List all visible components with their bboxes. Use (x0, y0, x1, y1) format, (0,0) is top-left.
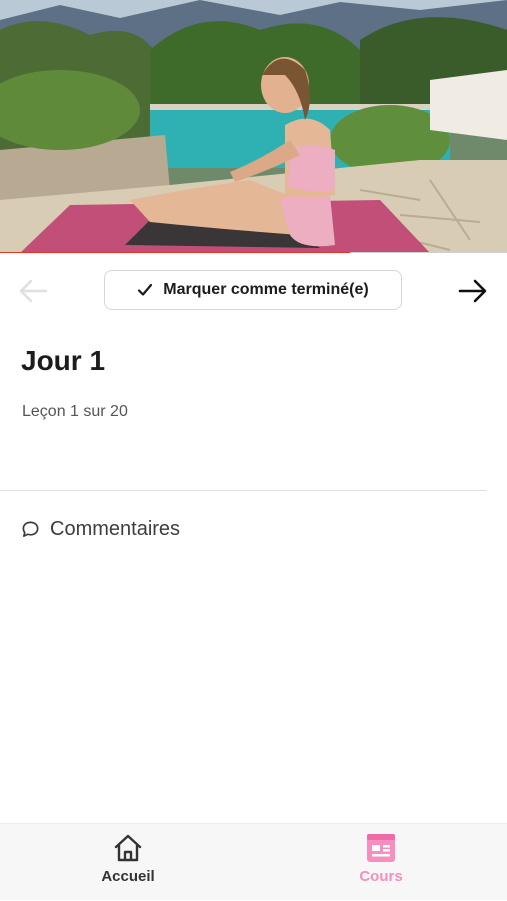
home-icon (114, 834, 142, 862)
mark-complete-button[interactable]: Marquer comme terminé(e) (104, 270, 402, 310)
tab-courses[interactable]: Cours (301, 824, 461, 901)
lesson-navigation: Marquer comme terminé(e) (0, 266, 507, 316)
chat-bubble-icon (22, 521, 39, 538)
lesson-video[interactable] (0, 0, 507, 253)
tab-home[interactable]: Accueil (48, 824, 208, 901)
video-frame-image (0, 0, 507, 253)
mark-complete-label: Marquer comme terminé(e) (163, 281, 369, 298)
comments-label: Commentaires (50, 518, 181, 540)
arrow-left-icon[interactable] (18, 278, 48, 304)
video-progress-bar[interactable] (0, 252, 507, 253)
bottom-tab-bar: Accueil Cours (0, 823, 507, 900)
lesson-title: Jour 1 (21, 345, 106, 376)
lesson-subtitle: Leçon 1 sur 20 (22, 403, 128, 420)
checkmark-icon (138, 283, 153, 296)
course-icon (367, 834, 395, 862)
tab-home-label: Accueil (101, 868, 155, 885)
tab-courses-label: Cours (359, 868, 403, 885)
video-progress-fill (0, 252, 350, 253)
comments-link[interactable]: Commentaires (21, 518, 180, 541)
section-divider (0, 490, 487, 491)
arrow-right-icon[interactable] (458, 278, 488, 304)
